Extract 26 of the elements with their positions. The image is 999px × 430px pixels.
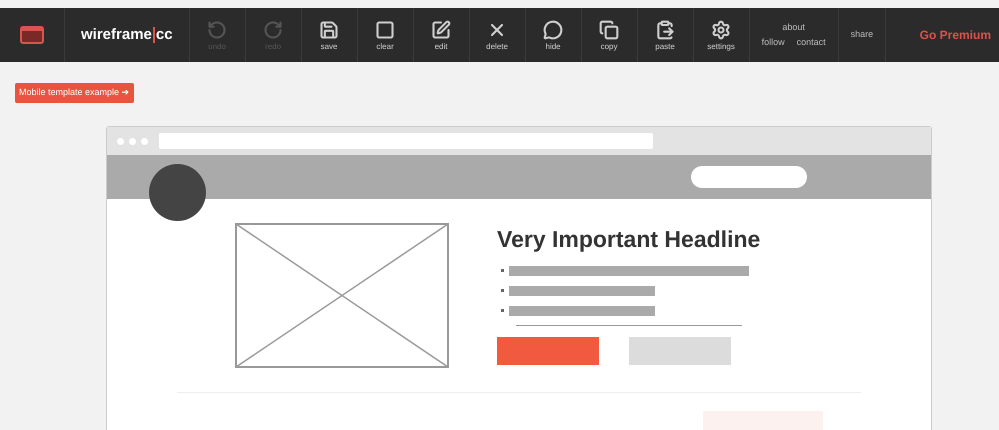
toolbar-button[interactable]: paste: [638, 8, 694, 62]
logo-suffix[interactable]: cc: [156, 24, 173, 46]
speech-bubble-icon: [543, 20, 564, 40]
toolbar-button[interactable]: copy: [582, 8, 638, 62]
headline: Very Important Headline: [497, 225, 760, 254]
square-icon: [375, 20, 396, 40]
toolbar-button[interactable]: clear: [358, 8, 414, 62]
pen-square-icon: [431, 20, 452, 40]
logo[interactable]: wireframe: [81, 24, 152, 46]
undo-icon: [207, 20, 228, 40]
copy-icon: [599, 20, 620, 40]
toolbar-button[interactable]: save: [302, 8, 358, 62]
about-link[interactable]: about: [782, 23, 805, 32]
toolbar-button[interactable]: settings: [694, 8, 750, 62]
contact-link[interactable]: contact: [796, 38, 826, 47]
window-icon[interactable]: [20, 26, 44, 44]
template-button[interactable]: Mobile template example ➔: [15, 82, 134, 103]
toolbar-button[interactable]: edit: [414, 8, 470, 62]
redo-icon: [263, 20, 284, 40]
settings-icon: [711, 20, 732, 40]
follow-link[interactable]: follow: [762, 38, 785, 47]
toolbar-button[interactable]: delete: [470, 8, 526, 62]
toolbar-button[interactable]: hide: [526, 8, 582, 62]
go-premium-link[interactable]: Go Premium: [920, 26, 991, 44]
share-link[interactable]: share: [850, 28, 874, 42]
paste-icon: [655, 20, 676, 40]
